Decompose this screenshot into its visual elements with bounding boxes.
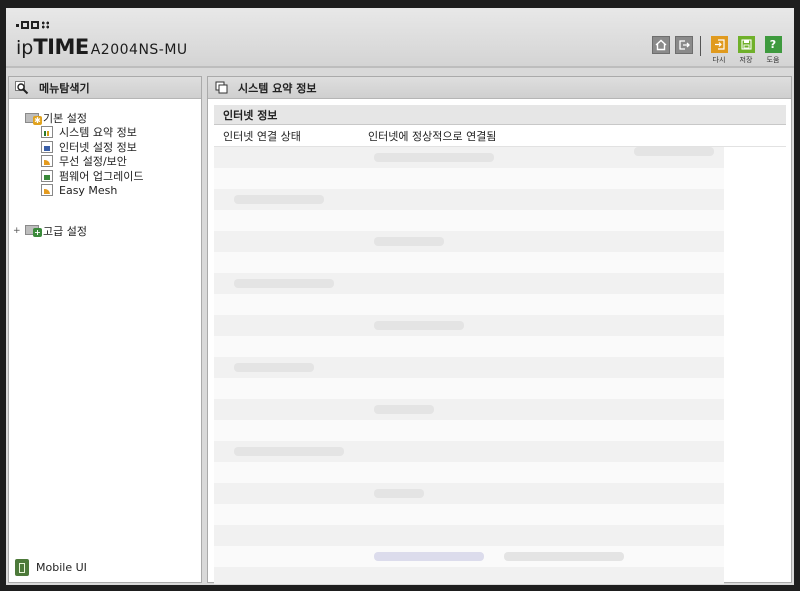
mobile-ui-link[interactable]: Mobile UI — [15, 559, 87, 576]
help-button[interactable]: ? 도움 — [762, 36, 784, 65]
sidebar-item-label: Easy Mesh — [59, 183, 118, 197]
section-header-internet: 인터넷 정보 — [214, 105, 786, 125]
brand-logo: ip TIME A2004NS-MU — [16, 35, 188, 59]
wifi-icon — [41, 184, 53, 197]
brand-ip: ip — [16, 37, 34, 59]
header-bar: ip TIME A2004NS-MU 다시 저장 ? 도움 — [6, 8, 794, 68]
internet-info-table: 인터넷 연결 상태 인터넷에 정상적으로 연결됨 — [214, 126, 786, 147]
sidebar-item-label: 펌웨어 업그레이드 — [59, 169, 144, 183]
firmware-icon — [41, 169, 53, 182]
window-stack-icon — [214, 81, 228, 95]
sidebar-item-firmware-upgrade[interactable]: 펌웨어 업그레이드 — [9, 169, 201, 184]
help-label: 도움 — [766, 56, 780, 64]
save-label: 저장 — [739, 56, 753, 64]
header-toolbar: 다시 저장 ? 도움 — [652, 36, 784, 65]
menu-explorer-header: 메뉴탐색기 — [9, 77, 201, 99]
tree-group-basic[interactable]: ✱ 기본 설정 — [9, 111, 201, 125]
tree-group-label: 고급 설정 — [43, 224, 87, 238]
content-panel: 시스템 요약 정보 인터넷 정보 인터넷 연결 상태 인터넷에 정상적으로 연결… — [207, 76, 792, 584]
chart-icon — [41, 126, 53, 139]
menu-explorer-title: 메뉴탐색기 — [39, 81, 90, 95]
toolbar-divider — [700, 36, 701, 56]
router-admin-window: ip TIME A2004NS-MU 다시 저장 ? 도움 메뉴탐색기 ✱ 기본… — [6, 8, 794, 585]
row-value: 인터넷에 정상적으로 연결됨 — [368, 130, 497, 143]
tree-group-advanced[interactable]: + + 고급 설정 — [9, 224, 201, 238]
brand-time: TIME — [33, 35, 89, 59]
save-button[interactable]: 저장 — [735, 36, 757, 65]
mobile-ui-label: Mobile UI — [36, 561, 87, 574]
logo-mark — [16, 20, 50, 30]
expand-icon[interactable]: + — [13, 226, 21, 236]
table-row: 인터넷 연결 상태 인터넷에 정상적으로 연결됨 — [214, 126, 786, 147]
reload-button[interactable]: 다시 — [708, 36, 730, 65]
arrow-in-icon — [710, 36, 728, 53]
sidebar-item-easy-mesh[interactable]: Easy Mesh — [9, 183, 201, 198]
menu-explorer-panel: 메뉴탐색기 ✱ 기본 설정 시스템 요약 정보 인터넷 설정 정보 무선 설정/… — [8, 76, 202, 583]
sidebar-item-system-summary[interactable]: 시스템 요약 정보 — [9, 125, 201, 140]
menu-tree: ✱ 기본 설정 시스템 요약 정보 인터넷 설정 정보 무선 설정/보안 펌웨어… — [9, 111, 201, 238]
floppy-icon — [737, 36, 755, 53]
sidebar-item-wireless-security[interactable]: 무선 설정/보안 — [9, 154, 201, 169]
question-icon: ? — [764, 36, 782, 53]
folder-settings-icon: ✱ — [25, 112, 42, 125]
content-header: 시스템 요약 정보 — [208, 77, 791, 99]
section-title: 인터넷 정보 — [223, 108, 278, 122]
row-key: 인터넷 연결 상태 — [223, 130, 301, 143]
logout-icon[interactable] — [675, 36, 693, 54]
model-name: A2004NS-MU — [90, 42, 188, 58]
sidebar-item-internet-settings[interactable]: 인터넷 설정 정보 — [9, 140, 201, 155]
magnifier-icon — [15, 80, 29, 95]
obscured-details — [214, 147, 724, 584]
network-icon — [41, 140, 53, 153]
page-title: 시스템 요약 정보 — [238, 81, 317, 95]
reload-label: 다시 — [712, 56, 726, 64]
mobile-phone-icon — [15, 559, 29, 576]
folder-plus-icon: + — [25, 225, 42, 237]
wifi-icon — [41, 155, 53, 168]
home-icon[interactable] — [652, 36, 670, 54]
